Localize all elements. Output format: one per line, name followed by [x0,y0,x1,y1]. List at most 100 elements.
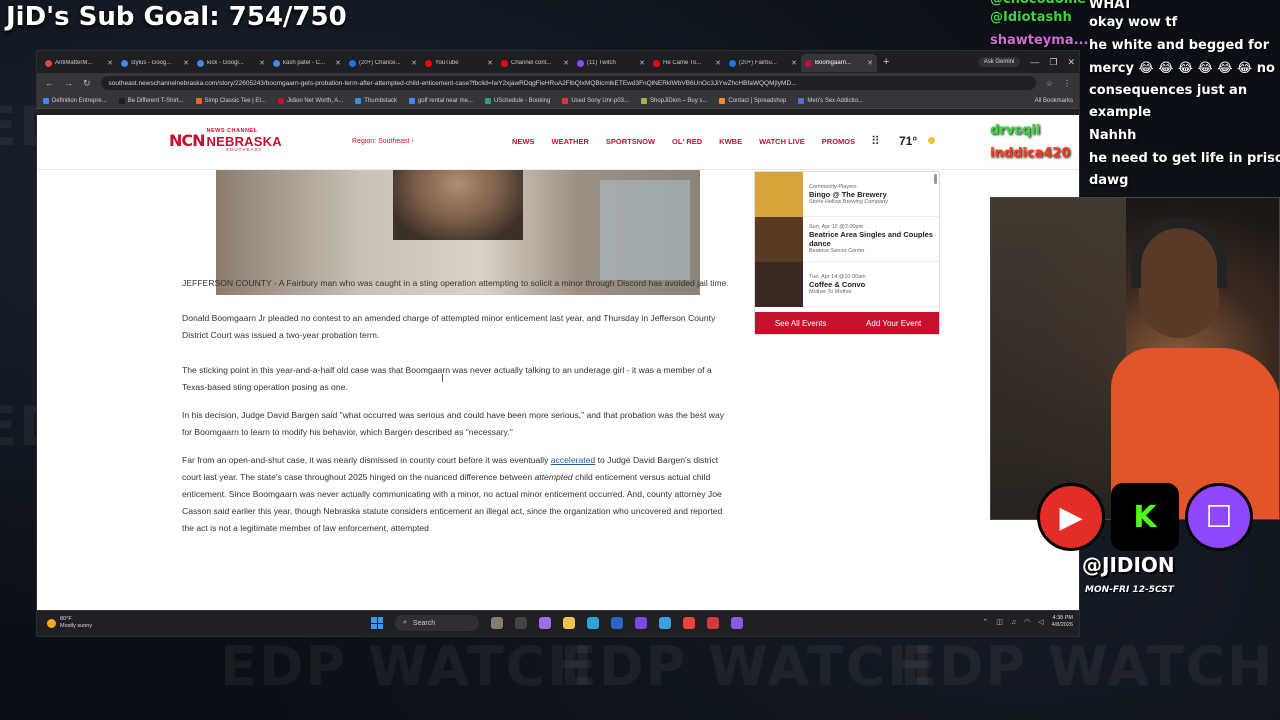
chrome-icon[interactable] [683,617,695,629]
edge-icon[interactable] [587,617,599,629]
taskbar-search[interactable]: ⌕ Search [395,615,479,631]
bookmark-item[interactable]: Jidion Net Worth, A... [277,97,343,104]
davinci-icon[interactable] [707,617,719,629]
bookmark-item[interactable]: ShopJiDion – Buy s... [641,97,707,104]
bookmark-item[interactable]: Definition Entrepre... [43,97,107,104]
nav-ol-red[interactable]: OL' RED [672,137,702,146]
nav-weather[interactable]: WEATHER [552,137,589,146]
bookmark-item[interactable]: Thumbstack [355,97,397,104]
region-selector[interactable]: Region: Southeast › [352,138,414,145]
event-title: Bingo @ The Brewery [809,189,887,199]
bookmark-label: Thumbstack [364,97,397,104]
bookmark-item[interactable]: Used Sony Unr-p03... [562,97,630,104]
see-all-events-button[interactable]: See All Events [775,319,827,328]
browser-tab[interactable]: YouTube ✕ [421,54,497,72]
minimize-icon[interactable]: — [1030,57,1039,67]
bookmark-item[interactable]: Simp Classic Tee | Et... [195,97,266,104]
nav-sportsnow[interactable]: SPORTSNOW [606,137,655,146]
ask-gemini-button[interactable]: Ask Gemini [977,57,1021,67]
browser-tab[interactable]: (20+) Chance... ✕ [345,54,421,72]
tab-label: Boomgaarn... [815,60,852,66]
tab-close-icon[interactable]: ✕ [639,59,645,67]
url-input[interactable]: southeast.newschannelnebraska.com/story/… [100,76,1036,90]
add-your-event-button[interactable]: Add Your Event [866,319,921,328]
bookmark-item[interactable]: Contact | Spreadshop [719,97,786,104]
browser-tab[interactable]: (11) Twitch ✕ [573,54,649,72]
bookmark-favicon-icon [641,97,648,104]
close-window-icon[interactable]: ✕ [1067,57,1075,68]
event-venue: Beatrice Senior Center [809,248,865,254]
browser-tab[interactable]: stylus - Goog... ✕ [117,54,193,72]
tab-close-icon[interactable]: ✕ [791,59,797,67]
event-item[interactable]: Community Players Bingo @ The Brewery St… [755,172,939,217]
bookmark-item[interactable]: Men's Sex Addictio... [798,97,863,104]
event-item[interactable]: Sun, Apr 12 @2:00pm Beatrice Area Single… [755,217,939,262]
wifi-icon[interactable]: ◠ [1024,618,1030,626]
tab-close-icon[interactable]: ✕ [259,59,265,67]
discord-icon[interactable] [731,617,743,629]
chat-username: shawteyma... [990,33,1089,48]
bookmark-label: Be Different T-Shirt... [127,97,184,104]
back-icon[interactable]: ← [45,78,54,88]
tab-favicon-icon [45,59,52,67]
tab-close-icon[interactable]: ✕ [487,59,493,67]
tab-close-icon[interactable]: ✕ [867,59,873,67]
network-icon[interactable]: ◫ [996,618,1003,626]
reload-icon[interactable]: ↻ [83,78,91,89]
copilot-icon[interactable] [539,617,551,629]
browser-tab[interactable]: He Came To... ✕ [649,54,725,72]
browser-tab[interactable]: Boomgaarn... ✕ [801,54,877,72]
event-title: Beatrice Area Singles and Couples dance [809,230,933,248]
weather-temperature[interactable]: 71° [899,134,917,148]
forward-icon[interactable]: → [64,78,73,88]
premiere-icon[interactable] [635,617,647,629]
volume-icon[interactable]: ◁ [1038,618,1043,626]
taskbar-clock[interactable]: 4:38 PM 4/8/2026 [1052,615,1073,629]
bookmark-label: Used Sony Unr-p03... [571,97,630,104]
menu-icon[interactable]: ⋮ [1063,79,1071,88]
browser-tab[interactable]: kash patel - C... ✕ [269,54,345,72]
task-view-icon[interactable] [515,617,527,629]
accelerated-link[interactable]: accelerated [551,455,595,465]
star-icon[interactable]: ☆ [1046,79,1053,88]
event-item[interactable]: Tue, Apr 14 @10:00am Coffee & Convo Moth… [755,262,939,307]
tab-close-icon[interactable]: ✕ [563,59,569,67]
widgets-icon[interactable] [491,617,503,629]
bookmark-favicon-icon [355,97,362,104]
mic-icon[interactable]: ♫ [1011,619,1016,626]
browser-tab[interactable]: kick - Googl... ✕ [193,54,269,72]
tab-close-icon[interactable]: ✕ [107,59,113,67]
bookmark-item[interactable]: Be Different T-Shirt... [118,97,184,104]
bookmark-item[interactable]: USchedule - Booking [484,97,550,104]
address-bar: ← → ↻ southeast.newschannelnebraska.com/… [37,73,1079,93]
events-scrollbar[interactable] [934,174,937,184]
system-tray: ⌃ ◫ ♫ ◠ ◁ 4:38 PM 4/8/2026 [982,615,1073,629]
file-explorer-icon[interactable] [563,617,575,629]
new-tab-button[interactable]: + [877,56,895,68]
nav-news[interactable]: NEWS [512,137,535,146]
bookmark-favicon-icon [43,97,49,104]
chevron-up-icon[interactable]: ⌃ [982,618,988,626]
tab-close-icon[interactable]: ✕ [183,59,189,67]
nav-watch-live[interactable]: WATCH LIVE [759,137,805,146]
store-icon[interactable] [611,617,623,629]
tab-close-icon[interactable]: ✕ [335,59,341,67]
nav-promos[interactable]: PROMOS [822,137,855,146]
windows-start-icon[interactable] [371,617,383,629]
apps-grid-icon[interactable]: ⠿ [871,134,880,148]
sun-icon [928,137,935,144]
app-icon[interactable] [659,617,671,629]
browser-tab[interactable]: AntiMatterM... ✕ [41,54,117,72]
window-controls: Ask Gemini — ❐ ✕ [977,51,1075,73]
tab-close-icon[interactable]: ✕ [715,59,721,67]
site-logo[interactable]: NCN NEWS CHANNEL NEBRASKA SOUTHEAST [169,128,282,152]
taskbar-weather[interactable]: 80°F Mostly sunny [47,616,92,630]
tab-close-icon[interactable]: ✕ [411,59,417,67]
browser-tab[interactable]: Channel cont... ✕ [497,54,573,72]
maximize-icon[interactable]: ❐ [1049,57,1057,68]
bookmark-item[interactable]: golf rental near me... [408,97,473,104]
nav-kwbe[interactable]: KWBE [719,137,742,146]
all-bookmarks-button[interactable]: All Bookmarks [1035,98,1073,104]
browser-tab[interactable]: (20+) Fairbu... ✕ [725,54,801,72]
tab-label: kick - Googl... [207,60,244,66]
